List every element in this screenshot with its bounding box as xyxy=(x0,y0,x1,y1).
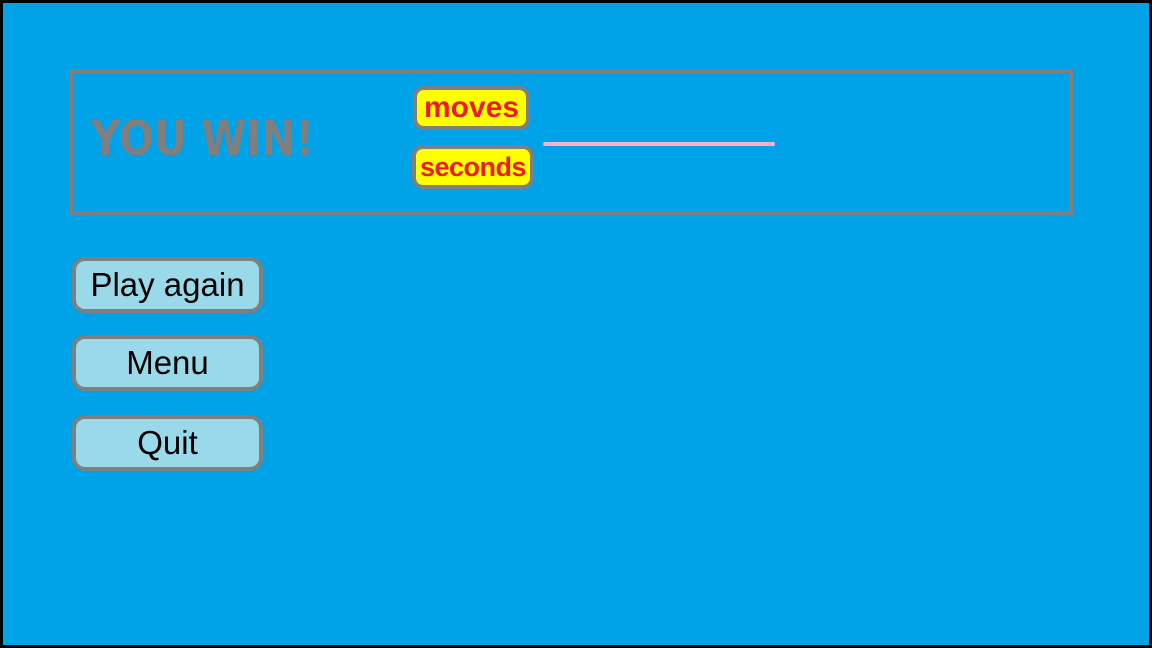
moves-badge: moves xyxy=(413,86,530,130)
win-panel: YOU WIN! moves seconds xyxy=(69,69,1073,215)
quit-button[interactable]: Quit xyxy=(72,415,263,471)
menu-button[interactable]: Menu xyxy=(72,335,263,391)
win-title: YOU WIN! xyxy=(91,111,315,167)
play-again-button[interactable]: Play again xyxy=(72,257,263,313)
seconds-badge: seconds xyxy=(412,145,534,189)
score-underline xyxy=(543,142,775,146)
game-screen: YOU WIN! moves seconds Play again Menu Q… xyxy=(0,0,1152,648)
